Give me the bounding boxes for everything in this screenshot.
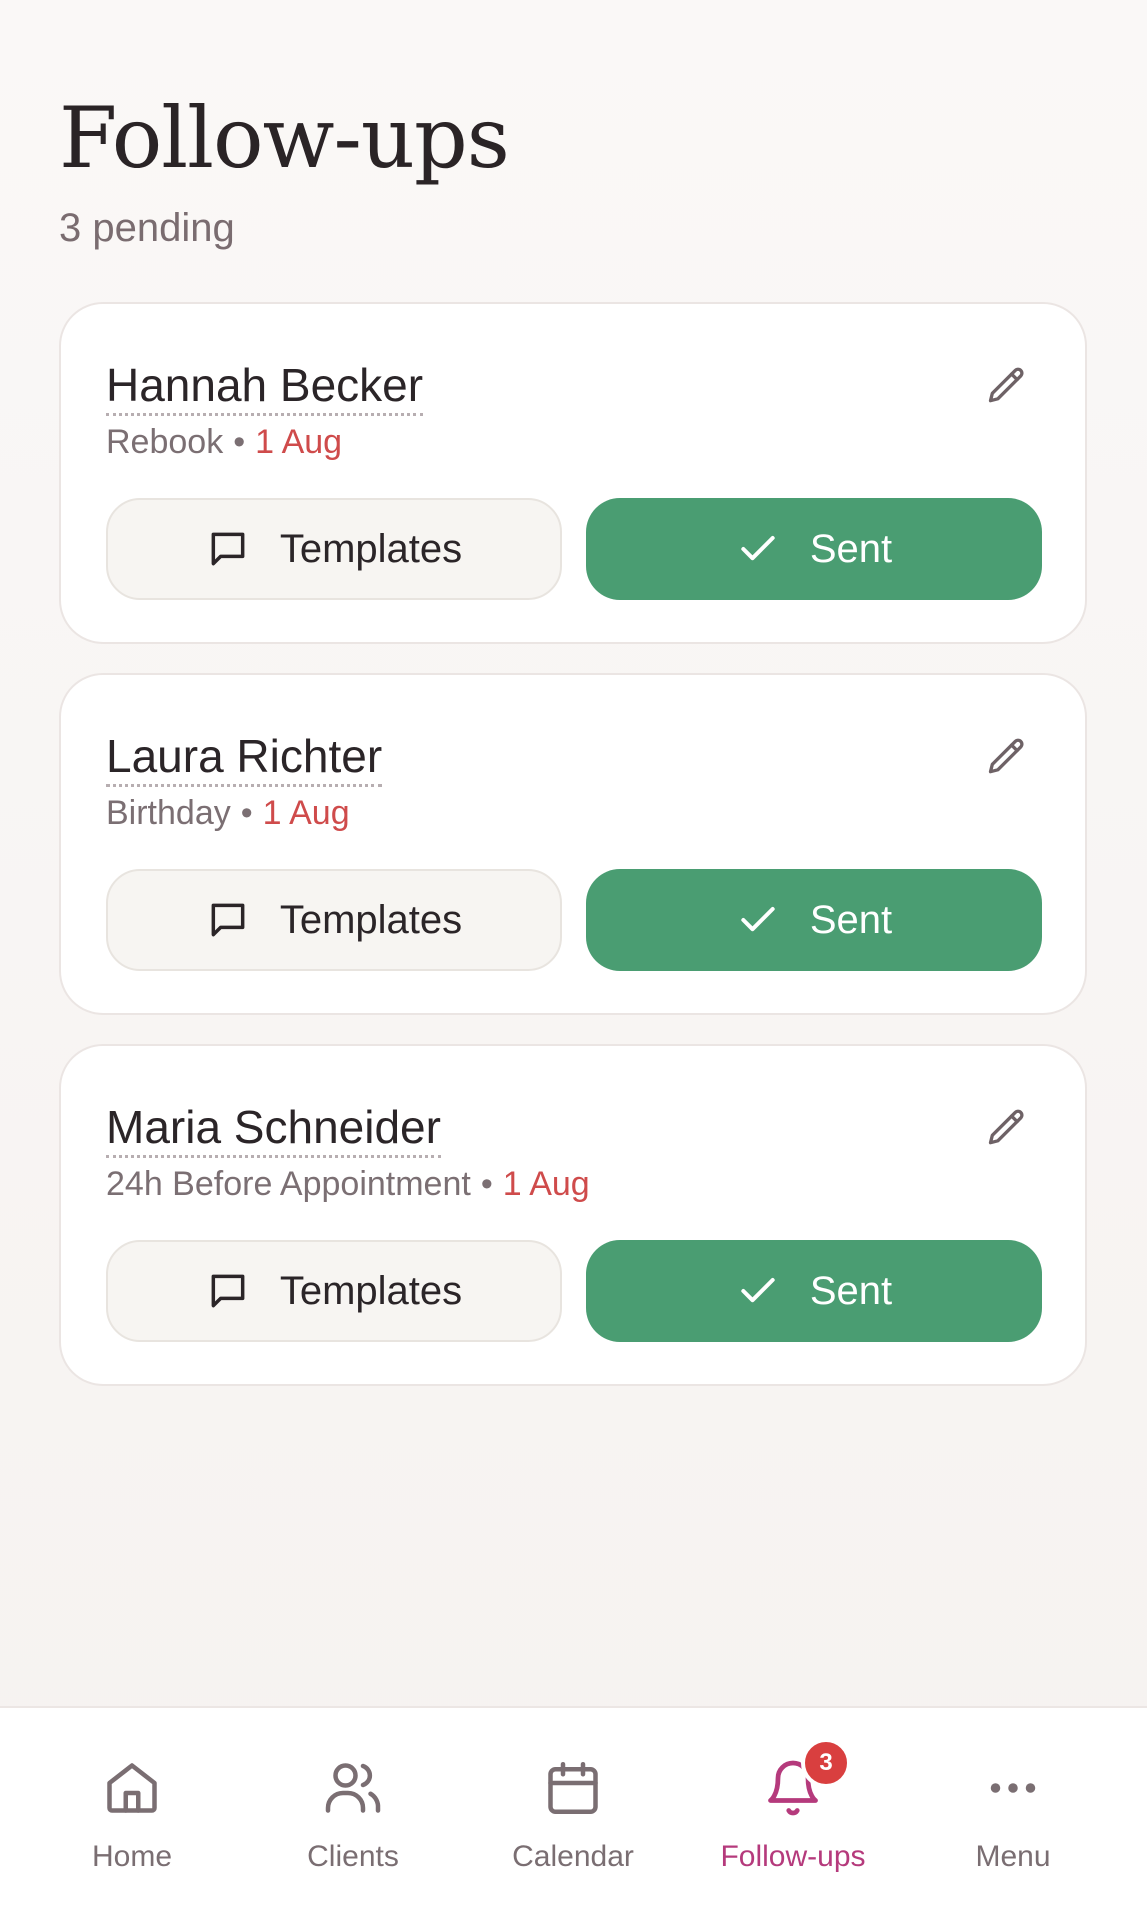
nav-item-menu[interactable]: Menu xyxy=(903,1756,1123,1872)
home-icon xyxy=(100,1756,164,1820)
bottom-nav: Home Clients Calendar 3 Follow-ups Menu xyxy=(0,1706,1147,1920)
sent-label: Sent xyxy=(809,1268,893,1313)
edit-button[interactable] xyxy=(981,360,1033,412)
templates-label: Templates xyxy=(279,1268,463,1313)
templates-button[interactable]: Templates xyxy=(106,498,562,600)
nav-label: Follow-ups xyxy=(720,1840,866,1873)
check-icon xyxy=(736,527,780,571)
nav-item-home[interactable]: Home xyxy=(22,1756,242,1872)
page-header: Follow-ups 3 pending xyxy=(59,89,510,250)
bell-icon: 3 xyxy=(761,1738,851,1820)
users-icon xyxy=(321,1756,385,1820)
follow-up-date: 1 Aug xyxy=(262,794,350,832)
nav-label: Clients xyxy=(307,1840,399,1873)
follow-up-date: 1 Aug xyxy=(502,1165,590,1203)
nav-item-clients[interactable]: Clients xyxy=(243,1756,463,1872)
pencil-icon xyxy=(988,367,1024,403)
message-icon xyxy=(206,1269,250,1313)
pencil-icon xyxy=(988,738,1024,774)
nav-item-follow-ups[interactable]: 3 Follow-ups xyxy=(683,1738,903,1873)
sent-button[interactable]: Sent xyxy=(586,498,1042,600)
meta-separator: • xyxy=(240,794,253,832)
follow-up-meta: Rebook • 1 Aug xyxy=(106,422,342,463)
more-horizontal-icon xyxy=(981,1756,1045,1820)
follow-up-card: Maria Schneider 24h Before Appointment • 1… xyxy=(59,1044,1087,1386)
follow-up-type: Rebook xyxy=(106,423,224,461)
follow-up-type: Birthday xyxy=(106,794,231,832)
sent-label: Sent xyxy=(809,897,893,942)
nav-label: Home xyxy=(91,1840,173,1873)
check-icon xyxy=(736,1269,780,1313)
message-icon xyxy=(206,898,250,942)
follow-up-card: Hannah Becker Rebook • 1 Aug Templates Sen… xyxy=(59,302,1087,644)
page-title: Follow-ups xyxy=(59,89,510,187)
meta-separator: • xyxy=(233,423,246,461)
client-name[interactable]: Laura Richter xyxy=(106,731,383,787)
follow-up-meta: 24h Before Appointment • 1 Aug xyxy=(106,1164,590,1205)
sent-label: Sent xyxy=(809,526,893,571)
edit-button[interactable] xyxy=(981,731,1033,783)
check-icon xyxy=(736,898,780,942)
sent-button[interactable]: Sent xyxy=(586,869,1042,971)
templates-label: Templates xyxy=(279,526,463,571)
follow-up-card: Laura Richter Birthday • 1 Aug Templates S… xyxy=(59,673,1087,1015)
meta-separator: • xyxy=(480,1165,493,1203)
client-name[interactable]: Maria Schneider xyxy=(106,1102,441,1158)
pending-count: 3 pending xyxy=(59,206,235,250)
follow-up-date: 1 Aug xyxy=(255,423,343,461)
nav-label: Calendar xyxy=(512,1840,634,1873)
message-icon xyxy=(206,527,250,571)
calendar-icon xyxy=(541,1756,605,1820)
sent-button[interactable]: Sent xyxy=(586,1240,1042,1342)
notification-badge: 3 xyxy=(801,1738,851,1788)
nav-label: Menu xyxy=(975,1840,1051,1873)
nav-item-calendar[interactable]: Calendar xyxy=(463,1756,683,1872)
follow-up-meta: Birthday • 1 Aug xyxy=(106,793,350,834)
templates-label: Templates xyxy=(279,897,463,942)
templates-button[interactable]: Templates xyxy=(106,869,562,971)
pencil-icon xyxy=(988,1109,1024,1145)
templates-button[interactable]: Templates xyxy=(106,1240,562,1342)
follow-up-type: 24h Before Appointment xyxy=(106,1165,471,1203)
edit-button[interactable] xyxy=(981,1102,1033,1154)
client-name[interactable]: Hannah Becker xyxy=(106,360,424,416)
